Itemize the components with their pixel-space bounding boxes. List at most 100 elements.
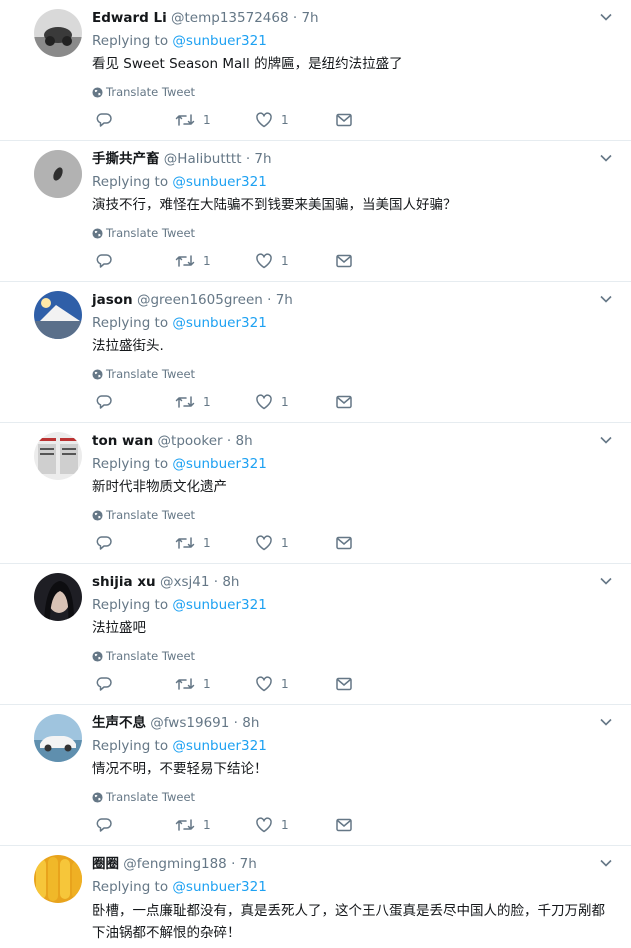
direct-message-button[interactable] <box>335 534 353 552</box>
tweet[interactable]: 手撕共产畜 @Halibutttt · 7h Replying to @sunb… <box>0 141 631 282</box>
tweet-time[interactable]: 8h <box>242 715 259 731</box>
mention-link[interactable]: @sunbuer321 <box>172 738 266 754</box>
mention-link[interactable]: @sunbuer321 <box>172 597 266 613</box>
author-name[interactable]: Edward Li <box>92 10 167 26</box>
retweet-button[interactable]: 1 <box>175 534 211 552</box>
direct-message-button[interactable] <box>335 393 353 411</box>
like-button[interactable]: 1 <box>255 393 289 411</box>
tweet-text: 新时代非物质文化遗产 <box>92 479 227 495</box>
tweet-header: 生声不息 @fws19691 · 8h <box>92 713 613 733</box>
author-name[interactable]: jason <box>92 292 133 308</box>
tweet-time[interactable]: 8h <box>222 574 239 590</box>
tweet[interactable]: jason @green1605green · 7h Replying to @… <box>0 282 631 423</box>
avatar[interactable] <box>34 573 82 621</box>
retweet-icon <box>175 537 195 549</box>
reply-button[interactable] <box>95 393 113 411</box>
mention-link[interactable]: @sunbuer321 <box>172 315 266 331</box>
tweet-time[interactable]: 7h <box>254 151 271 167</box>
mention-link[interactable]: @sunbuer321 <box>172 879 266 895</box>
chevron-down-icon[interactable] <box>599 433 613 447</box>
author-name[interactable]: shijia xu <box>92 574 156 590</box>
retweet-count: 1 <box>203 677 211 691</box>
tweet[interactable]: shijia xu @xsj41 · 8h Replying to @sunbu… <box>0 564 631 705</box>
direct-message-button[interactable] <box>335 252 353 270</box>
reply-button[interactable] <box>95 534 113 552</box>
retweet-button[interactable]: 1 <box>175 111 211 129</box>
like-button[interactable]: 1 <box>255 816 289 834</box>
tweet-time[interactable]: 7h <box>276 292 293 308</box>
translate-label: Translate Tweet <box>106 226 196 240</box>
chevron-down-icon[interactable] <box>599 856 613 870</box>
retweet-button[interactable]: 1 <box>175 816 211 834</box>
direct-message-button[interactable] <box>335 111 353 129</box>
chevron-down-icon[interactable] <box>599 10 613 24</box>
like-button[interactable]: 1 <box>255 534 289 552</box>
tweet-time[interactable]: 7h <box>301 10 318 26</box>
translate-tweet-link[interactable]: Translate Tweet <box>92 648 613 664</box>
retweet-button[interactable]: 1 <box>175 393 211 411</box>
avatar[interactable] <box>34 150 82 198</box>
like-button[interactable]: 1 <box>255 252 289 270</box>
retweet-button[interactable]: 1 <box>175 252 211 270</box>
tweet[interactable]: ton wan @tpooker · 8h Replying to @sunbu… <box>0 423 631 564</box>
retweet-count: 1 <box>203 536 211 550</box>
tweet[interactable]: 生声不息 @fws19691 · 8h Replying to @sunbuer… <box>0 705 631 846</box>
retweet-button[interactable]: 1 <box>175 675 211 693</box>
chevron-down-icon[interactable] <box>599 715 613 729</box>
tweet-actions: 1 1 <box>95 393 375 411</box>
separator-dot: · <box>226 433 232 449</box>
translate-tweet-link[interactable]: Translate Tweet <box>92 84 613 100</box>
tweet[interactable]: 圈圈 @fengming188 · 7h Replying to @sunbue… <box>0 846 631 948</box>
separator-dot: · <box>233 715 238 731</box>
like-button[interactable]: 1 <box>255 111 289 129</box>
author-handle[interactable]: @fws19691 <box>150 715 229 731</box>
reply-button[interactable] <box>95 252 113 270</box>
translate-tweet-link[interactable]: Translate Tweet <box>92 366 613 382</box>
author-handle[interactable]: @xsj41 <box>160 574 209 590</box>
tweet[interactable]: Edward Li @temp13572468 · 7h Replying to… <box>0 0 631 141</box>
separator-dot: · <box>213 574 219 590</box>
avatar[interactable] <box>34 432 82 480</box>
translate-tweet-link[interactable]: Translate Tweet <box>92 225 613 241</box>
direct-message-button[interactable] <box>335 675 353 693</box>
translate-tweet-link[interactable]: Translate Tweet <box>92 789 613 805</box>
tweet-time[interactable]: 8h <box>236 433 253 449</box>
translate-label: Translate Tweet <box>106 508 196 522</box>
envelope-icon <box>336 395 352 409</box>
author-name[interactable]: 手撕共产畜 <box>92 151 160 167</box>
direct-message-button[interactable] <box>335 816 353 834</box>
author-handle[interactable]: @Halibutttt <box>164 151 242 167</box>
avatar[interactable] <box>34 714 82 762</box>
tweet-text: 情况不明，不要轻易下结论！ <box>92 761 268 777</box>
avatar[interactable] <box>34 291 82 339</box>
mention-link[interactable]: @sunbuer321 <box>172 33 266 49</box>
chevron-down-icon[interactable] <box>599 151 613 165</box>
author-name[interactable]: ton wan <box>92 433 153 449</box>
chevron-down-icon[interactable] <box>599 574 613 588</box>
author-name[interactable]: 生声不息 <box>92 715 146 731</box>
reply-button[interactable] <box>95 111 113 129</box>
author-handle[interactable]: @tpooker <box>158 433 223 449</box>
reply-button[interactable] <box>95 816 113 834</box>
avatar[interactable] <box>34 855 82 903</box>
author-name[interactable]: 圈圈 <box>92 856 119 872</box>
heart-icon <box>256 394 272 410</box>
avatar[interactable] <box>34 9 82 57</box>
tweet-text: 法拉盛街头. <box>92 338 164 354</box>
tweet-time[interactable]: 7h <box>240 856 257 872</box>
like-button[interactable]: 1 <box>255 675 289 693</box>
reply-button[interactable] <box>95 675 113 693</box>
translate-tweet-link[interactable]: Translate Tweet <box>92 507 613 523</box>
mention-link[interactable]: @sunbuer321 <box>172 456 266 472</box>
chevron-down-icon[interactable] <box>599 292 613 306</box>
separator-dot: · <box>267 292 272 308</box>
mention-link[interactable]: @sunbuer321 <box>172 174 266 190</box>
translate-label: Translate Tweet <box>106 85 196 99</box>
author-handle[interactable]: @green1605green <box>137 292 263 308</box>
like-count: 1 <box>281 395 289 409</box>
author-handle[interactable]: @temp13572468 <box>171 10 289 26</box>
replying-to-label: Replying to <box>92 315 169 331</box>
tweet-header: ton wan @tpooker · 8h <box>92 431 613 451</box>
replying-to-label: Replying to <box>92 738 169 754</box>
author-handle[interactable]: @fengming188 <box>123 856 226 872</box>
